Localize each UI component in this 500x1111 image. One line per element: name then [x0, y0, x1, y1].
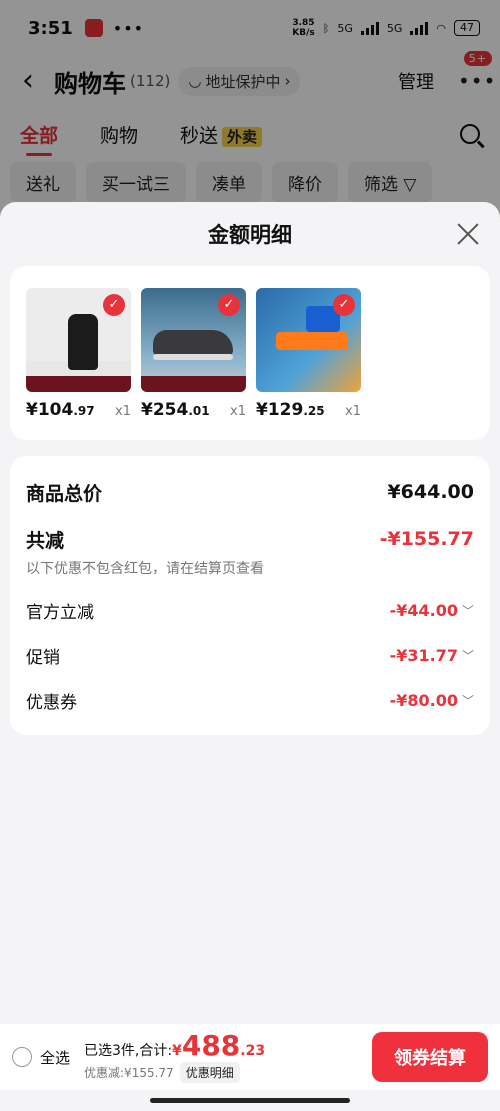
- discount-detail-button[interactable]: 优惠明细: [179, 1061, 240, 1083]
- discount-value: -¥44.00: [389, 601, 458, 620]
- discount-line: 优惠减:¥155.77 优惠明细: [84, 1061, 265, 1083]
- product-quantity: x1: [345, 404, 361, 419]
- chevron-down-icon: ﹀: [461, 694, 474, 708]
- total-amount: 488: [181, 1028, 241, 1062]
- blaster-shape: [276, 332, 348, 350]
- product-image-backpack: ✓: [26, 288, 131, 392]
- total-price-value: ¥644.00: [387, 481, 474, 503]
- modal-overlay[interactable]: [0, 0, 500, 220]
- select-all-radio[interactable]: [12, 1047, 32, 1067]
- shoe-sole-shape: [153, 354, 233, 360]
- discount-label: 官方立减: [26, 603, 94, 623]
- product-thumbnails: ✓ ¥104.97 x1 ✓ ¥254.01 x1 ✓ ¥129.25 x1: [10, 266, 490, 440]
- product-quantity: x1: [115, 404, 131, 419]
- product-price-row: ¥104.97 x1: [26, 400, 131, 420]
- product-price-row: ¥129.25 x1: [256, 400, 361, 420]
- sheet-header: 金额明细: [0, 202, 500, 266]
- product-quantity: x1: [230, 404, 246, 419]
- backpack-shape: [68, 314, 98, 370]
- product-image-toy-blaster: ✓: [256, 288, 361, 392]
- checkout-button[interactable]: 领券结算: [372, 1032, 488, 1082]
- promotion-row[interactable]: 促销 -¥31.77 ﹀: [26, 633, 474, 678]
- discount-label: 优惠券: [26, 693, 77, 713]
- total-amount-decimal: .23: [240, 1042, 266, 1059]
- total-reduction-label: 共减: [26, 529, 65, 552]
- product-item[interactable]: ✓ ¥254.01 x1: [141, 288, 246, 440]
- product-price: ¥129.25: [256, 400, 325, 420]
- home-indicator[interactable]: [150, 1098, 350, 1103]
- amount-detail-sheet: 金额明细 ✓ ¥104.97 x1 ✓ ¥254.01 x1 ✓ ¥129.25…: [0, 202, 500, 1111]
- total-price-label: 商品总价: [26, 482, 103, 505]
- chevron-down-icon: ﹀: [461, 604, 474, 618]
- selected-total-line: 已选3件,合计: ¥ 488 .23: [84, 1028, 266, 1062]
- selected-count-text: 已选3件,合计:: [84, 1042, 173, 1059]
- checked-icon: ✓: [333, 294, 355, 316]
- checkout-bar: 全选 已选3件,合计: ¥ 488 .23 优惠减:¥155.77 优惠明细 领…: [0, 1024, 500, 1090]
- total-currency: ¥: [172, 1042, 182, 1059]
- total-price-row: 商品总价 ¥644.00: [26, 476, 474, 508]
- product-item[interactable]: ✓ ¥104.97 x1: [26, 288, 131, 440]
- discount-amount-text: 优惠减:¥155.77: [84, 1065, 174, 1080]
- product-price: ¥104.97: [26, 400, 95, 420]
- checked-icon: ✓: [103, 294, 125, 316]
- discount-value: -¥31.77: [389, 646, 458, 665]
- total-reduction-value: -¥155.77: [379, 528, 474, 550]
- discount-value: -¥80.00: [389, 691, 458, 710]
- sheet-title: 金额明细: [208, 223, 292, 247]
- chevron-down-icon: ﹀: [461, 649, 474, 663]
- order-summary: 已选3件,合计: ¥ 488 .23 优惠减:¥155.77 优惠明细: [84, 1028, 266, 1083]
- official-discount-row[interactable]: 官方立减 -¥44.00 ﹀: [26, 588, 474, 633]
- checked-icon: ✓: [218, 294, 240, 316]
- amount-details: 商品总价 ¥644.00 共减 -¥155.77 以下优惠不包含红包，请在结算页…: [10, 456, 490, 735]
- close-icon[interactable]: [456, 222, 480, 246]
- coupon-row[interactable]: 优惠券 -¥80.00 ﹀: [26, 678, 474, 723]
- product-price-row: ¥254.01 x1: [141, 400, 246, 420]
- shoe-shape: [153, 330, 233, 356]
- discount-label: 促销: [26, 648, 60, 668]
- image-price-strip: [26, 376, 131, 392]
- product-item[interactable]: ✓ ¥129.25 x1: [256, 288, 361, 440]
- product-price: ¥254.01: [141, 400, 210, 420]
- image-price-strip: [141, 376, 246, 392]
- reduction-note: 以下优惠不包含红包，请在结算页查看: [26, 561, 264, 577]
- select-all-label[interactable]: 全选: [40, 1047, 70, 1068]
- total-reduction-row: 共减 -¥155.77: [26, 524, 474, 554]
- product-image-shoe: ✓: [141, 288, 246, 392]
